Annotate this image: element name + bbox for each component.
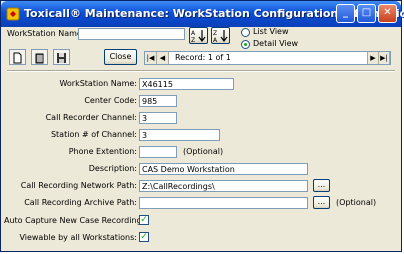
archive-path-optional-note: (Optional) bbox=[336, 198, 377, 207]
trash-icon bbox=[35, 53, 44, 64]
svg-text:Z: Z bbox=[191, 37, 195, 43]
svg-text:A: A bbox=[191, 30, 196, 37]
workstation-name-label: WorkStation Name: bbox=[59, 79, 137, 88]
app-window: Toxicall® Maintenance: WorkStation Confi… bbox=[0, 0, 404, 252]
center-code-input[interactable]: 985 bbox=[139, 95, 177, 107]
network-path-input[interactable]: Z:\CallRecordings\ bbox=[139, 180, 308, 192]
archive-path-label: Call Recording Archive Path: bbox=[24, 198, 137, 207]
workstation-name-search-label: WorkStation Name bbox=[7, 29, 82, 38]
new-record-button[interactable] bbox=[9, 49, 26, 65]
app-icon bbox=[6, 7, 20, 21]
close-icon: ✕ bbox=[383, 7, 392, 18]
network-path-browse-button[interactable]: ... bbox=[313, 179, 330, 192]
maximize-button[interactable]: □ bbox=[357, 4, 376, 23]
network-path-label: Call Recording Network Path: bbox=[20, 181, 137, 190]
sort-ascending-button[interactable]: A Z bbox=[189, 27, 208, 44]
call-recorder-channel-label: Call Recorder Channel: bbox=[45, 113, 137, 122]
first-record-icon: |◀ bbox=[146, 54, 155, 62]
center-code-label: Center Code: bbox=[84, 96, 137, 105]
delete-record-button[interactable] bbox=[31, 49, 48, 65]
detail-view-radio[interactable] bbox=[241, 40, 250, 49]
new-document-icon bbox=[13, 52, 22, 64]
list-view-label: List View bbox=[253, 27, 289, 36]
sort-az-icon: A Z bbox=[191, 30, 206, 44]
detail-view-label: Detail View bbox=[253, 39, 299, 48]
station-of-channel-label: Station # of Channel: bbox=[50, 130, 137, 139]
description-label: Description: bbox=[88, 164, 137, 173]
close-window-button[interactable]: ✕ bbox=[378, 4, 397, 23]
phone-extention-input[interactable] bbox=[139, 146, 177, 158]
record-navigator: |◀ ◀ Record: 1 of 1 ▶ ▶| bbox=[144, 51, 391, 65]
next-record-icon: ▶ bbox=[370, 54, 376, 62]
separator bbox=[7, 70, 395, 72]
viewable-label: Viewable by all Workstations: bbox=[19, 233, 137, 242]
checkmark-icon: ✓ bbox=[140, 215, 148, 225]
minimize-icon: _ bbox=[343, 7, 348, 18]
record-counter: Record: 1 of 1 bbox=[175, 53, 231, 62]
maximize-icon: □ bbox=[361, 7, 372, 18]
svg-text:A: A bbox=[213, 37, 218, 43]
checkmark-icon: ✓ bbox=[140, 232, 148, 242]
auto-capture-checkbox[interactable]: ✓ bbox=[139, 215, 149, 225]
previous-record-button[interactable]: ◀ bbox=[157, 52, 169, 64]
svg-text:Z: Z bbox=[213, 30, 217, 37]
phone-extention-optional-note: (Optional) bbox=[183, 147, 224, 156]
list-view-radio[interactable] bbox=[241, 28, 250, 37]
last-record-icon: ▶| bbox=[380, 54, 388, 62]
description-input[interactable]: CAS Demo Workstation bbox=[139, 163, 308, 175]
archive-path-input[interactable] bbox=[139, 197, 308, 209]
sort-descending-button[interactable]: Z A bbox=[211, 27, 230, 44]
previous-record-icon: ◀ bbox=[159, 54, 166, 62]
call-recorder-channel-input[interactable]: 3 bbox=[139, 112, 177, 124]
station-of-channel-input[interactable]: 3 bbox=[139, 129, 220, 141]
sort-za-icon: Z A bbox=[213, 30, 228, 44]
phone-extention-label: Phone Extention: bbox=[68, 147, 137, 156]
save-icon bbox=[57, 53, 66, 63]
viewable-checkbox[interactable]: ✓ bbox=[139, 232, 149, 242]
archive-path-browse-button[interactable]: ... bbox=[313, 196, 330, 209]
workstation-name-input[interactable]: X46115 bbox=[139, 78, 234, 90]
last-record-button[interactable]: ▶| bbox=[378, 52, 390, 64]
title-bar[interactable]: Toxicall® Maintenance: WorkStation Confi… bbox=[1, 1, 404, 27]
auto-capture-label: Auto Capture New Case Recordings: bbox=[4, 216, 149, 225]
workstation-name-search-input[interactable] bbox=[78, 28, 185, 40]
first-record-button[interactable]: |◀ bbox=[145, 52, 157, 64]
close-button[interactable]: Close bbox=[104, 49, 137, 65]
minimize-button[interactable]: _ bbox=[336, 4, 355, 23]
save-record-button[interactable] bbox=[53, 49, 70, 65]
client-area: WorkStation Name A Z Z A List View Detai… bbox=[4, 27, 398, 249]
